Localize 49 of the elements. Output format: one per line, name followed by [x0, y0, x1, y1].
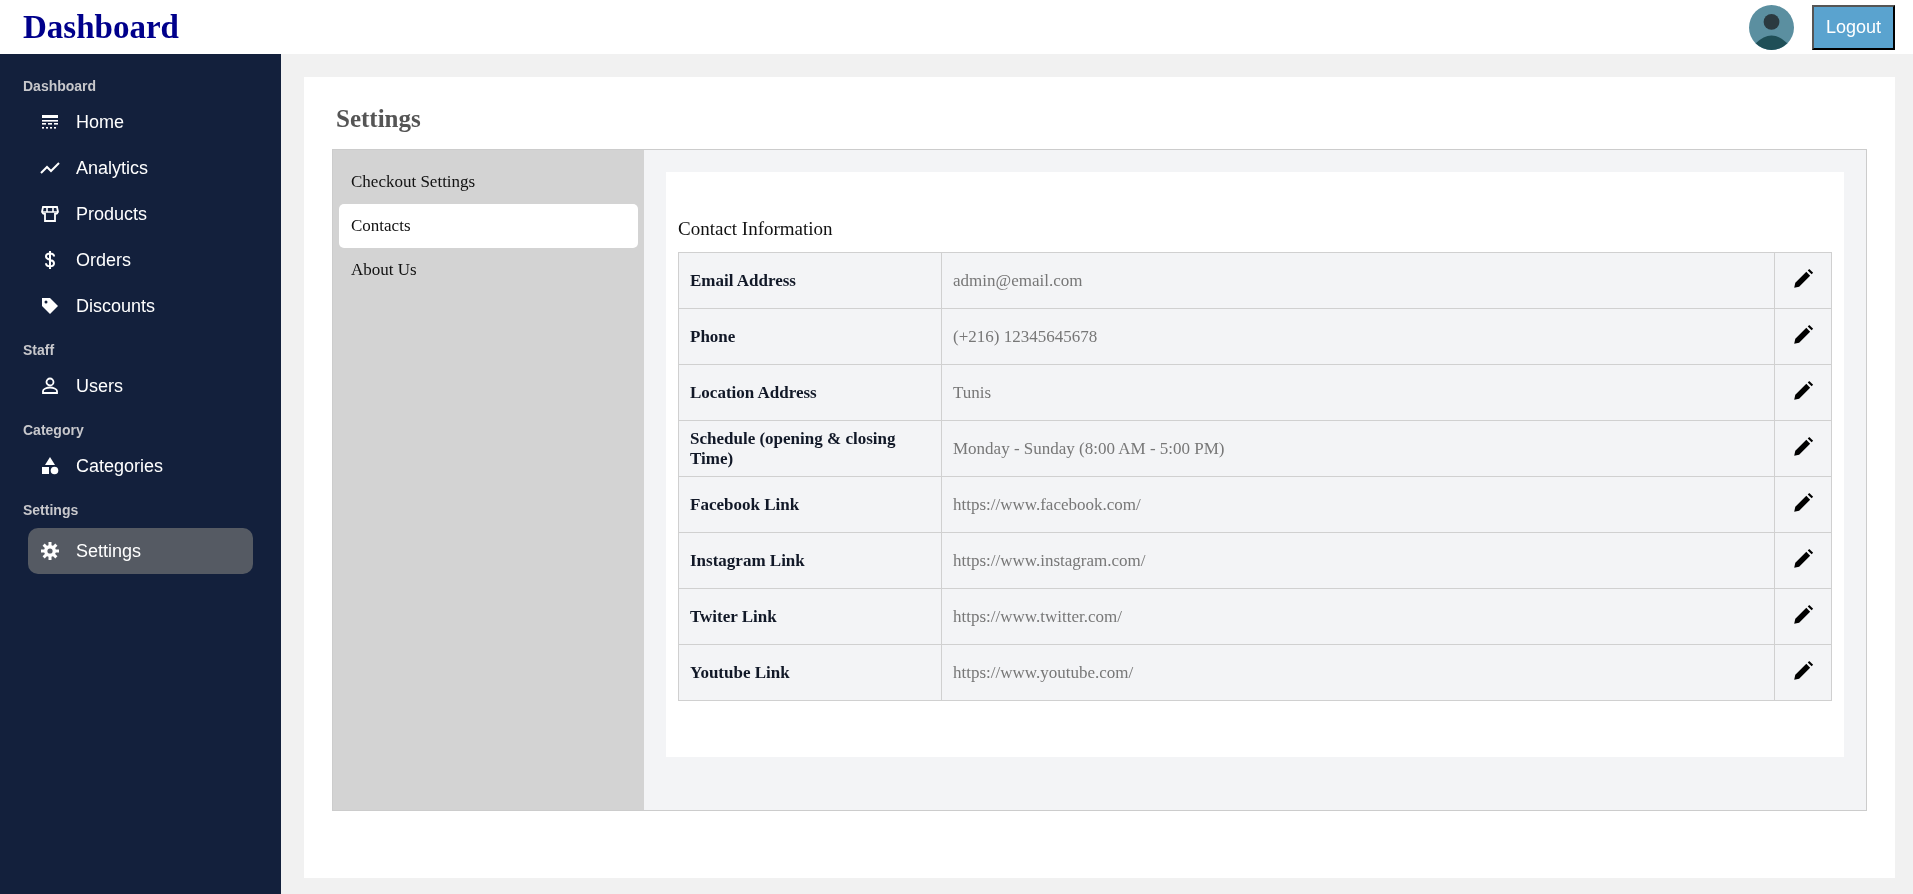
settings-tab[interactable]: About Us: [339, 248, 638, 292]
pencil-icon: [1792, 604, 1814, 626]
settings-tab[interactable]: Checkout Settings: [339, 160, 638, 204]
table-icon: [40, 112, 60, 132]
field-value: https://www.facebook.com/: [941, 476, 1775, 533]
shapes-icon: [40, 456, 60, 476]
field-value: Tunis: [941, 364, 1775, 421]
pencil-icon: [1792, 548, 1814, 570]
tag-icon: [40, 296, 60, 316]
field-label: Youtube Link: [678, 644, 942, 701]
sidebar-item[interactable]: Categories: [28, 448, 253, 484]
field-label: Twiter Link: [678, 588, 942, 645]
settings-tab[interactable]: Contacts: [339, 204, 638, 248]
field-label: Location Address: [678, 364, 942, 421]
pencil-icon: [1792, 380, 1814, 402]
sidebar-item[interactable]: Home: [28, 104, 253, 140]
pencil-icon: [1792, 268, 1814, 290]
sidebar-item[interactable]: Analytics: [28, 150, 253, 186]
sidebar-item[interactable]: Discounts: [28, 288, 253, 324]
sidebar-section-label: Category: [23, 422, 85, 438]
field-label: Instagram Link: [678, 532, 942, 589]
field-value: https://www.instagram.com/: [941, 532, 1775, 589]
user-icon: [40, 376, 60, 396]
field-label: Phone: [678, 308, 942, 365]
pencil-icon: [1792, 436, 1814, 458]
pencil-icon: [1792, 324, 1814, 346]
field-value: https://www.youtube.com/: [941, 644, 1775, 701]
field-value: admin@email.com: [941, 252, 1775, 309]
sidebar-item[interactable]: Orders: [28, 242, 253, 278]
dashboard-logo: Dashboard: [23, 8, 179, 46]
field-label: Facebook Link: [678, 476, 942, 533]
field-label: Email Address: [678, 252, 942, 309]
field-value: Monday - Sunday (8:00 AM - 5:00 PM): [941, 420, 1775, 477]
page-title: Settings: [336, 105, 422, 133]
field-label: Schedule (opening & closing Time): [678, 420, 942, 477]
pencil-icon: [1792, 492, 1814, 514]
section-title: Contact Information: [678, 218, 834, 240]
store-icon: [40, 204, 60, 224]
pencil-icon: [1792, 660, 1814, 682]
field-value: (+216) 12345645678: [941, 308, 1775, 365]
field-value: https://www.twitter.com/: [941, 588, 1775, 645]
settings-icon: [40, 541, 60, 561]
sidebar-section-label: Dashboard: [23, 78, 98, 94]
sidebar-item[interactable]: Products: [28, 196, 253, 232]
sidebar-section-label: Settings: [23, 502, 80, 518]
sidebar-section-label: Staff: [23, 342, 56, 358]
sidebar-item[interactable]: Settings: [28, 528, 253, 574]
sidebar-item[interactable]: Users: [28, 368, 253, 404]
avatar-icon[interactable]: [1748, 4, 1794, 50]
